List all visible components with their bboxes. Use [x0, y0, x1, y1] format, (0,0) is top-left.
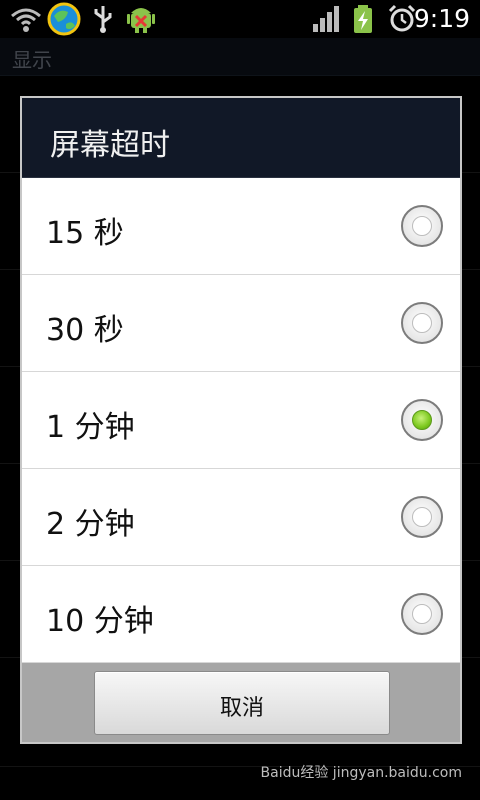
option-30-seconds[interactable]: 30 秒	[22, 275, 460, 372]
radio-dot	[412, 604, 432, 624]
radio-button[interactable]	[401, 593, 443, 635]
option-1-minute[interactable]: 1 分钟	[22, 372, 460, 469]
battery-charging-icon	[354, 5, 372, 33]
radio-button-selected[interactable]	[401, 399, 443, 441]
watermark: Baidu经验 jingyan.baidu.com	[260, 765, 462, 781]
option-15-seconds[interactable]: 15 秒	[22, 178, 460, 275]
status-time: 9:19	[413, 4, 470, 33]
screen-timeout-dialog: 屏幕超时 15 秒 30 秒 1 分钟 2 分钟 10 分钟 取消	[20, 96, 462, 744]
option-label: 10 分钟	[46, 604, 154, 639]
dialog-footer: 取消	[22, 663, 460, 742]
radio-dot	[412, 507, 432, 527]
wifi-icon	[11, 8, 41, 32]
radio-dot	[412, 410, 432, 430]
option-2-minutes[interactable]: 2 分钟	[22, 469, 460, 566]
cancel-button-label: 取消	[219, 696, 264, 721]
globe-icon	[47, 2, 81, 36]
status-bar: 9:19	[0, 0, 480, 38]
radio-button[interactable]	[401, 205, 443, 247]
dialog-title: 屏幕超时	[50, 128, 170, 163]
cancel-button[interactable]: 取消	[94, 671, 390, 735]
option-label: 1 分钟	[46, 410, 135, 445]
option-label: 15 秒	[46, 216, 124, 251]
dialog-title-bar: 屏幕超时	[22, 98, 460, 178]
usb-icon	[94, 6, 112, 33]
android-debug-icon	[127, 8, 155, 33]
option-label: 30 秒	[46, 313, 124, 348]
option-10-minutes[interactable]: 10 分钟	[22, 566, 460, 663]
radio-dot	[412, 216, 432, 236]
radio-dot	[412, 313, 432, 333]
radio-button[interactable]	[401, 496, 443, 538]
alarm-icon	[388, 4, 416, 32]
signal-icon	[313, 6, 339, 32]
radio-button[interactable]	[401, 302, 443, 344]
option-label: 2 分钟	[46, 507, 135, 542]
